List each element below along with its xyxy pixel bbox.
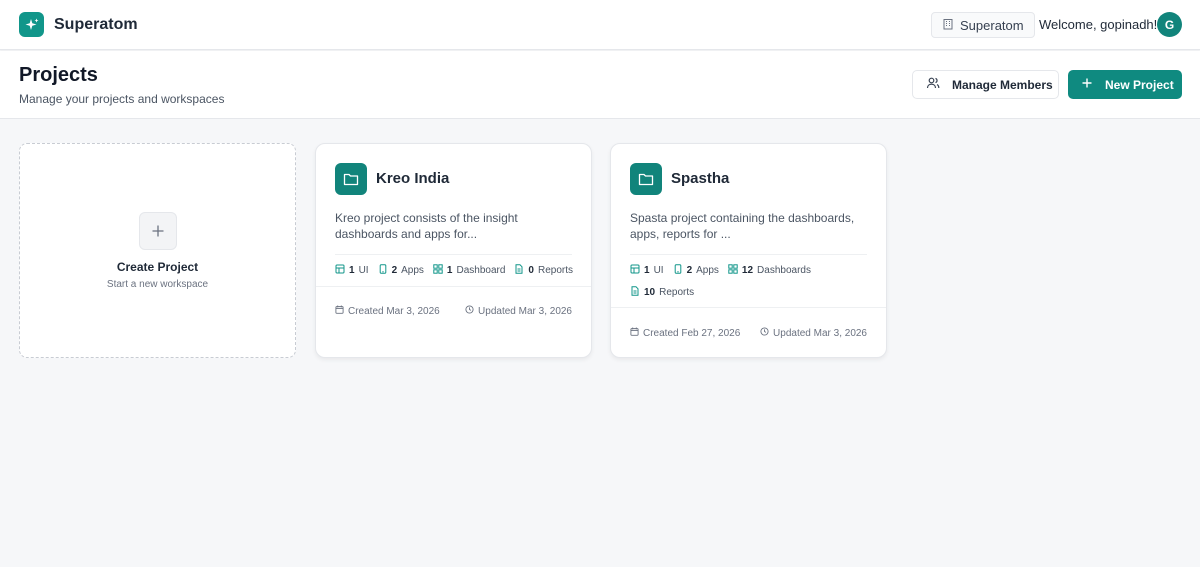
stat-label: Dashboard bbox=[456, 264, 506, 276]
page-subtitle: Manage your projects and workspaces bbox=[19, 92, 225, 106]
users-icon bbox=[926, 76, 940, 93]
divider bbox=[316, 286, 591, 287]
stat-reports: 0 Reports bbox=[514, 263, 573, 277]
stat-label: UI bbox=[653, 264, 664, 276]
project-stats: 1 UI 2 Apps 12 Dashboards 10 Reports bbox=[630, 263, 830, 299]
divider bbox=[611, 307, 886, 308]
stat-ui: 1 UI bbox=[335, 263, 369, 277]
stat-dashboards: 12 Dashboards bbox=[728, 263, 811, 277]
project-stats: 1 UI 2 Apps 1 Dashboard 0 Reports bbox=[335, 263, 580, 277]
folder-icon bbox=[630, 163, 662, 195]
stat-count: 0 bbox=[528, 264, 534, 276]
new-project-button[interactable]: New Project bbox=[1068, 70, 1182, 99]
stat-ui: 1 UI bbox=[630, 263, 664, 277]
building-icon bbox=[942, 18, 954, 33]
stat-count: 12 bbox=[741, 264, 754, 276]
create-project-title: Create Project bbox=[116, 260, 199, 274]
create-project-subtitle: Start a new workspace bbox=[106, 279, 209, 290]
created-text: Created Mar 3, 2026 bbox=[348, 305, 440, 317]
project-dates: Created Mar 3, 2026 Updated Mar 3, 2026 bbox=[335, 305, 572, 317]
stat-label: Apps bbox=[696, 264, 719, 276]
new-project-label: New Project bbox=[1105, 77, 1174, 92]
stat-apps: 2 Apps bbox=[673, 263, 719, 277]
ui-icon bbox=[630, 264, 640, 277]
stat-label: Dashboards bbox=[757, 264, 811, 276]
manage-members-label: Manage Members bbox=[952, 77, 1053, 92]
project-name: Spastha bbox=[671, 170, 730, 187]
brand[interactable]: Superatom bbox=[19, 12, 138, 37]
project-card-kreo-india[interactable]: Kreo India Kreo project consists of the … bbox=[315, 143, 592, 358]
stat-count: 10 bbox=[644, 286, 656, 298]
project-description: Spasta project containing the dashboards… bbox=[630, 211, 855, 241]
created-date: Created Mar 3, 2026 bbox=[335, 305, 440, 317]
brand-name: Superatom bbox=[54, 15, 138, 33]
updated-text: Updated Mar 3, 2026 bbox=[773, 327, 867, 339]
updated-date: Updated Mar 3, 2026 bbox=[465, 305, 572, 317]
manage-members-button[interactable]: Manage Members bbox=[912, 70, 1059, 99]
created-text: Created Feb 27, 2026 bbox=[643, 327, 741, 339]
stat-count: 2 bbox=[391, 264, 398, 276]
plus-icon bbox=[1081, 77, 1093, 92]
updated-text: Updated Mar 3, 2026 bbox=[478, 305, 572, 317]
stat-count: 1 bbox=[446, 264, 453, 276]
top-bar: Superatom Superatom Welcome, gopinadh! G bbox=[0, 0, 1200, 50]
ui-icon bbox=[335, 264, 345, 277]
dashboard-icon bbox=[433, 263, 443, 277]
divider bbox=[630, 254, 867, 255]
report-icon bbox=[630, 285, 640, 299]
report-icon bbox=[514, 263, 524, 277]
calendar-icon bbox=[335, 305, 344, 317]
created-date: Created Feb 27, 2026 bbox=[630, 327, 740, 339]
app-icon bbox=[673, 263, 683, 277]
clock-icon bbox=[760, 327, 769, 339]
stat-label: Reports bbox=[537, 264, 573, 276]
folder-icon bbox=[335, 163, 367, 195]
divider bbox=[335, 254, 572, 255]
stat-count: 1 bbox=[644, 264, 650, 276]
project-name: Kreo India bbox=[376, 170, 450, 187]
stat-count: 2 bbox=[686, 264, 693, 276]
stat-count: 1 bbox=[349, 264, 355, 276]
user-avatar[interactable]: G bbox=[1157, 12, 1182, 37]
sparkle-logo-icon bbox=[19, 12, 44, 37]
clock-icon bbox=[465, 305, 474, 317]
page-title: Projects bbox=[19, 64, 98, 86]
project-dates: Created Feb 27, 2026 Updated Mar 3, 2026 bbox=[630, 327, 867, 339]
project-description: Kreo project consists of the insight das… bbox=[335, 211, 518, 241]
stat-reports: 10 Reports bbox=[630, 285, 694, 299]
page-header: Projects Manage your projects and worksp… bbox=[0, 51, 1200, 119]
organization-name: Superatom bbox=[960, 17, 1024, 33]
create-project-card[interactable]: Create Project Start a new workspace bbox=[19, 143, 296, 358]
stat-apps: 2 Apps bbox=[378, 263, 424, 277]
calendar-icon bbox=[630, 327, 639, 339]
plus-icon bbox=[139, 212, 177, 250]
stat-dashboards: 1 Dashboard bbox=[433, 263, 505, 277]
organization-selector[interactable]: Superatom bbox=[931, 12, 1035, 38]
welcome-text: Welcome, gopinadh! bbox=[1039, 17, 1158, 32]
stat-label: UI bbox=[358, 264, 369, 276]
dashboard-icon bbox=[728, 263, 738, 277]
stat-label: Apps bbox=[401, 264, 424, 276]
updated-date: Updated Mar 3, 2026 bbox=[760, 327, 867, 339]
app-icon bbox=[378, 263, 388, 277]
project-card-spastha[interactable]: Spastha Spasta project containing the da… bbox=[610, 143, 887, 358]
stat-label: Reports bbox=[659, 286, 695, 298]
